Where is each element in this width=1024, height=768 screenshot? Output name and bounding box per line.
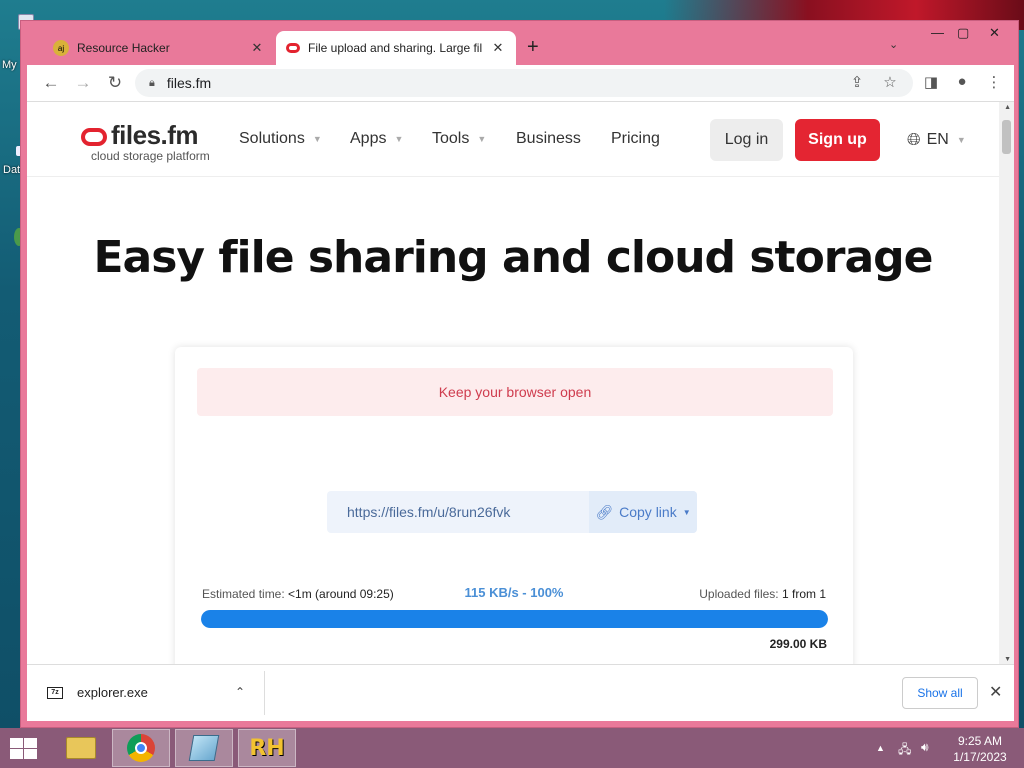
tab-title: Resource Hacker (77, 41, 170, 55)
tray-overflow-icon[interactable]: ▲ (876, 743, 885, 753)
uploaded-files-label: Uploaded files: (699, 587, 779, 601)
address-text[interactable]: files.fm (167, 75, 211, 91)
new-tab-button[interactable]: + (527, 36, 539, 59)
tab-title: File upload and sharing. Large fil (308, 41, 483, 55)
download-filename: explorer.exe (77, 685, 148, 700)
menu-kebab-icon[interactable]: ⋮ (984, 73, 1004, 91)
scroll-up-arrow-icon[interactable]: ▲ (1004, 104, 1011, 111)
upload-size: 299.00 KB (769, 637, 827, 651)
uploaded-files-value: 1 from 1 (781, 587, 826, 601)
notepad-icon (188, 735, 220, 761)
share-icon[interactable]: ⇪ (847, 73, 867, 91)
divider (264, 671, 265, 715)
share-link-url[interactable]: https://files.fm/u/8run26fvk (327, 504, 589, 520)
windows-logo-icon (24, 738, 37, 748)
upload-progress-fill (201, 610, 828, 628)
taskbar-file-explorer[interactable] (52, 729, 110, 767)
start-button[interactable] (8, 737, 38, 759)
browser-toolbar: ← → ↻ 🔒︎ files.fm ⇪ ☆ ◨ ● ⋮ (27, 65, 1014, 101)
scroll-down-arrow-icon[interactable]: ▼ (1004, 656, 1011, 663)
desktop-label-dat: Dat (3, 164, 21, 176)
language-code: EN (926, 131, 949, 148)
close-window-button[interactable]: ✕ (989, 25, 1000, 41)
taskbar-clock[interactable]: 9:25 AM 1/17/2023 (945, 733, 1015, 765)
lock-icon[interactable]: 🔒︎ (149, 77, 155, 90)
tab-resource-hacker[interactable]: aj Resource Hacker ✕ (43, 31, 275, 65)
filesfm-icon (286, 43, 300, 53)
logo-text: files.fm (111, 120, 199, 150)
chevron-up-icon[interactable]: ⌃ (235, 685, 245, 699)
tab-search-chevron-icon[interactable]: ⌄ (889, 38, 898, 51)
resource-hacker-icon: aj (53, 40, 69, 56)
7zip-file-icon: 7z (47, 686, 63, 699)
taskbar-chrome[interactable] (112, 729, 170, 767)
keep-browser-open-notice: Keep your browser open (197, 368, 833, 416)
menu-apps[interactable]: Apps ▼ (350, 130, 403, 148)
chrome-icon (127, 734, 155, 762)
chevron-down-icon: ▼ (477, 134, 487, 144)
reload-icon[interactable]: ↻ (105, 73, 125, 93)
close-tab-icon[interactable]: ✕ (490, 40, 506, 56)
upload-progress-bar (201, 610, 828, 628)
resource-hacker-icon: RH (249, 735, 285, 761)
maximize-button[interactable]: ▢ (957, 25, 969, 41)
download-item[interactable]: 7z explorer.exe (47, 685, 148, 700)
logo-tagline: cloud storage platform (91, 149, 210, 163)
windows-logo-icon (24, 749, 37, 759)
share-link-box: https://files.fm/u/8run26fvk 🔗︎ Copy lin… (327, 491, 697, 533)
menu-business[interactable]: Business (516, 130, 581, 148)
filesfm-logo[interactable]: files.fm cloud storage platform (81, 120, 210, 163)
menu-solutions[interactable]: Solutions ▼ (239, 130, 322, 148)
login-button[interactable]: Log in (710, 119, 783, 161)
upload-card: Keep your browser open https://files.fm/… (175, 347, 853, 664)
profile-avatar-icon[interactable]: ● (952, 73, 972, 90)
close-tab-icon[interactable]: ✕ (249, 40, 265, 56)
chevron-down-icon: ▼ (312, 134, 322, 144)
windows-logo-icon (10, 738, 23, 748)
minimize-button[interactable]: — (931, 25, 944, 40)
filesfm-logo-icon (81, 127, 107, 146)
tab-strip: aj Resource Hacker ✕ File upload and sha… (21, 21, 1018, 65)
bookmark-star-icon[interactable]: ☆ (880, 73, 900, 91)
scrollbar-thumb[interactable] (1002, 120, 1011, 154)
side-panel-icon[interactable]: ◨ (921, 73, 941, 91)
globe-icon: 🌐︎ (907, 130, 921, 149)
address-bar[interactable]: 🔒︎ files.fm (135, 69, 913, 97)
windows-logo-icon (10, 749, 23, 759)
taskbar: RH ▲ 🖧︎ 🔊︎ 9:25 AM 1/17/2023 (0, 728, 1024, 768)
uploaded-files: Uploaded files: 1 from 1 (699, 587, 826, 601)
language-selector[interactable]: 🌐︎ EN ▼ (907, 130, 966, 150)
taskbar-resource-hacker[interactable]: RH (238, 729, 296, 767)
menu-pricing[interactable]: Pricing (611, 130, 660, 148)
show-all-button[interactable]: Show all (902, 677, 978, 709)
chevron-down-icon: ▼ (956, 135, 966, 145)
copy-link-label: Copy link (619, 504, 677, 520)
clock-time: 9:25 AM (957, 734, 1003, 748)
browser-window: aj Resource Hacker ✕ File upload and sha… (20, 20, 1019, 728)
page-viewport: files.fm cloud storage platform Solution… (27, 101, 1014, 664)
signup-button[interactable]: Sign up (795, 119, 880, 161)
hero-heading: Easy file sharing and cloud storage (93, 232, 933, 283)
tab-filesfm[interactable]: File upload and sharing. Large fil ✕ (276, 31, 516, 65)
link-icon: 🔗︎ (595, 503, 614, 520)
back-arrow-icon[interactable]: ← (41, 73, 61, 93)
site-header: files.fm cloud storage platform Solution… (27, 102, 999, 177)
network-icon[interactable]: 🖧︎ (898, 740, 911, 761)
menu-tools[interactable]: Tools ▼ (432, 130, 486, 148)
chevron-down-icon: ▼ (682, 507, 691, 517)
desktop-label-my: My (2, 59, 17, 71)
clock-date: 1/17/2023 (953, 750, 1007, 764)
page-scrollbar[interactable]: ▲ ▼ (999, 102, 1014, 664)
forward-arrow-icon[interactable]: → (73, 73, 93, 93)
taskbar-notepad[interactable] (175, 729, 233, 767)
copy-link-button[interactable]: 🔗︎ Copy link ▼ (589, 491, 697, 533)
volume-icon[interactable]: 🔊︎ (921, 740, 929, 755)
close-shelf-icon[interactable]: ✕ (989, 682, 1002, 702)
chevron-down-icon: ▼ (394, 134, 404, 144)
file-explorer-icon (66, 737, 96, 759)
download-shelf: 7z explorer.exe ⌃ Show all ✕ (27, 664, 1014, 721)
